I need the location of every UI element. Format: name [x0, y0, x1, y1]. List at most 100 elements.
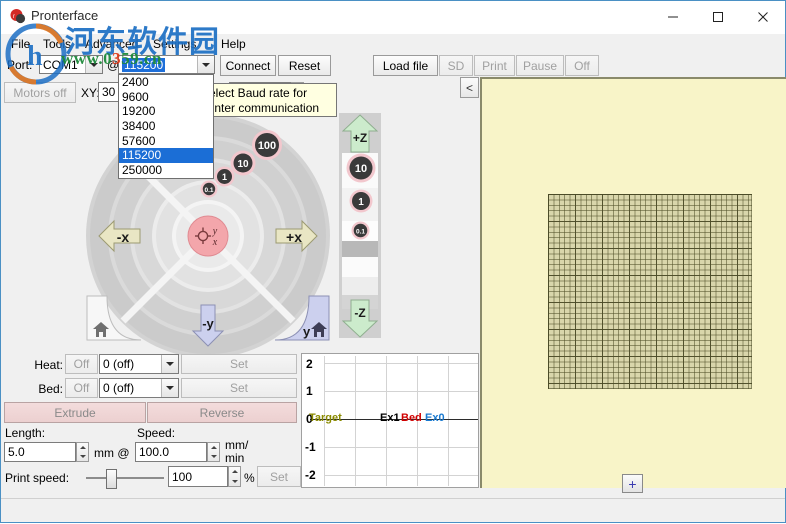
- heat-toggle-button[interactable]: Off: [65, 354, 98, 374]
- title-bar: r Pronterface: [1, 1, 785, 34]
- reverse-button[interactable]: Reverse: [147, 402, 297, 423]
- graph-ytick-m2: -2: [305, 468, 316, 482]
- svg-text:r: r: [13, 14, 15, 20]
- jog-step-0.1[interactable]: 0.1: [200, 180, 218, 201]
- heat-preset-select[interactable]: 0 (off): [99, 354, 179, 374]
- minimize-button[interactable]: [650, 1, 695, 33]
- percent-label: %: [244, 471, 255, 485]
- chevron-down-icon[interactable]: [85, 56, 102, 73]
- tooltip-line-1: Select Baud rate for: [201, 86, 308, 100]
- chevron-down-icon[interactable]: [161, 355, 178, 373]
- chevron-down-icon[interactable]: [161, 379, 178, 397]
- z-jog-widget[interactable]: +Z 10 1 0.1 -Z: [339, 113, 381, 338]
- baud-value: 115200: [122, 57, 166, 72]
- close-button[interactable]: [740, 1, 785, 33]
- baud-select[interactable]: 115200: [118, 55, 215, 74]
- baud-option-250000[interactable]: 250000: [119, 163, 213, 178]
- jog-center-button[interactable]: y x: [187, 215, 229, 260]
- bed-set-button[interactable]: Set: [181, 378, 297, 398]
- baud-option-19200[interactable]: 19200: [119, 104, 213, 119]
- pause-button[interactable]: Pause: [516, 55, 564, 76]
- grid-line: [355, 356, 356, 486]
- temperature-graph[interactable]: 2 1 0 -1 -2 Target Ex1 Bed Ex0: [301, 353, 479, 488]
- legend-ex1: Ex1: [380, 412, 400, 424]
- build-plate-viewport[interactable]: [480, 77, 786, 488]
- motors-off-button[interactable]: Motors off: [4, 82, 76, 103]
- menu-item-file[interactable]: File: [7, 36, 34, 52]
- grid-line: [448, 356, 449, 486]
- bed-label: Bed:: [38, 382, 63, 396]
- reset-button[interactable]: Reset: [278, 55, 331, 76]
- tooltip-line-2: printer communication: [201, 101, 320, 115]
- bed-preset-select[interactable]: 0 (off): [99, 378, 179, 398]
- connect-button[interactable]: Connect: [220, 55, 276, 76]
- z-step-0.1[interactable]: 0.1: [351, 221, 370, 243]
- port-select[interactable]: COM1: [39, 55, 103, 74]
- speed-unit-line2: min: [225, 451, 245, 465]
- menu-item-advanced[interactable]: Advanced: [81, 36, 142, 52]
- length-input[interactable]: 5.0: [4, 442, 76, 462]
- baud-value-wrap: 115200: [119, 57, 197, 72]
- baud-option-115200[interactable]: 115200: [119, 148, 213, 164]
- print-button[interactable]: Print: [474, 55, 515, 76]
- print-speed-label: Print speed:: [5, 471, 70, 485]
- length-stepper[interactable]: [76, 442, 89, 462]
- load-file-button[interactable]: Load file: [373, 55, 438, 76]
- legend-bed: Bed: [401, 412, 422, 424]
- graph-ytick-m1: -1: [305, 440, 316, 454]
- graph-ytick-1: 1: [306, 384, 313, 398]
- svg-text:1: 1: [222, 172, 227, 182]
- window-title: Pronterface: [31, 8, 99, 23]
- home-y-button[interactable]: y: [273, 294, 331, 347]
- collapse-panel-button[interactable]: <: [460, 77, 479, 98]
- print-speed-input[interactable]: 100: [168, 466, 228, 487]
- menu-item-tools[interactable]: Tools: [39, 36, 75, 52]
- heat-set-button[interactable]: Set: [181, 354, 297, 374]
- chevron-down-icon[interactable]: [197, 56, 214, 73]
- heat-preset-value: 0 (off): [103, 357, 135, 371]
- svg-text:y: y: [212, 226, 218, 237]
- print-speed-track[interactable]: [86, 477, 164, 479]
- menu-item-settings[interactable]: Settings: [149, 36, 200, 52]
- print-speed-stepper[interactable]: [228, 466, 241, 487]
- baud-option-57600[interactable]: 57600: [119, 134, 213, 149]
- z-plus-button[interactable]: +Z: [341, 114, 379, 157]
- svg-text:10: 10: [355, 163, 367, 175]
- jog-minus-y-button[interactable]: -y: [189, 304, 227, 351]
- home-all-button[interactable]: [85, 294, 143, 347]
- baud-tooltip: Select Baud rate for printer communicati…: [197, 83, 337, 117]
- baud-dropdown-list[interactable]: 2400 9600 19200 38400 57600 115200 25000…: [118, 74, 214, 179]
- grid-line: [324, 363, 478, 364]
- z-minus-button[interactable]: -Z: [341, 299, 379, 341]
- baud-option-2400[interactable]: 2400: [119, 75, 213, 90]
- jog-plus-x-button[interactable]: +x: [275, 217, 319, 258]
- z-step-10[interactable]: 10: [346, 153, 376, 186]
- svg-text:-Z: -Z: [354, 306, 365, 320]
- baud-option-38400[interactable]: 38400: [119, 119, 213, 134]
- speed-label: Speed:: [137, 426, 176, 440]
- menu-bar: File Tools Advanced Settings Help: [1, 34, 785, 53]
- off-button[interactable]: Off: [565, 55, 599, 76]
- graph-ytick-2: 2: [306, 357, 313, 371]
- menu-item-help[interactable]: Help: [217, 36, 250, 52]
- baud-option-9600[interactable]: 9600: [119, 90, 213, 105]
- jog-minus-x-button[interactable]: -x: [97, 217, 141, 258]
- print-speed-set-button[interactable]: Set: [257, 466, 301, 487]
- maximize-button[interactable]: [695, 1, 740, 33]
- grid-line: [324, 475, 478, 476]
- port-label: Port:: [7, 58, 33, 72]
- build-plate-grid[interactable]: [548, 194, 752, 389]
- sd-button[interactable]: SD: [439, 55, 473, 76]
- extrude-button[interactable]: Extrude: [4, 402, 146, 423]
- svg-text:-y: -y: [202, 316, 214, 331]
- bed-toggle-button[interactable]: Off: [65, 378, 98, 398]
- speed-stepper[interactable]: [207, 442, 220, 462]
- svg-text:+Z: +Z: [353, 131, 367, 145]
- heat-label: Heat:: [34, 358, 63, 372]
- print-speed-thumb[interactable]: [106, 469, 117, 489]
- add-model-button[interactable]: +: [622, 474, 643, 493]
- speed-input[interactable]: 100.0: [135, 442, 207, 462]
- grid-line: [324, 447, 478, 448]
- z-step-1[interactable]: 1: [349, 189, 373, 216]
- status-bar: [1, 498, 785, 522]
